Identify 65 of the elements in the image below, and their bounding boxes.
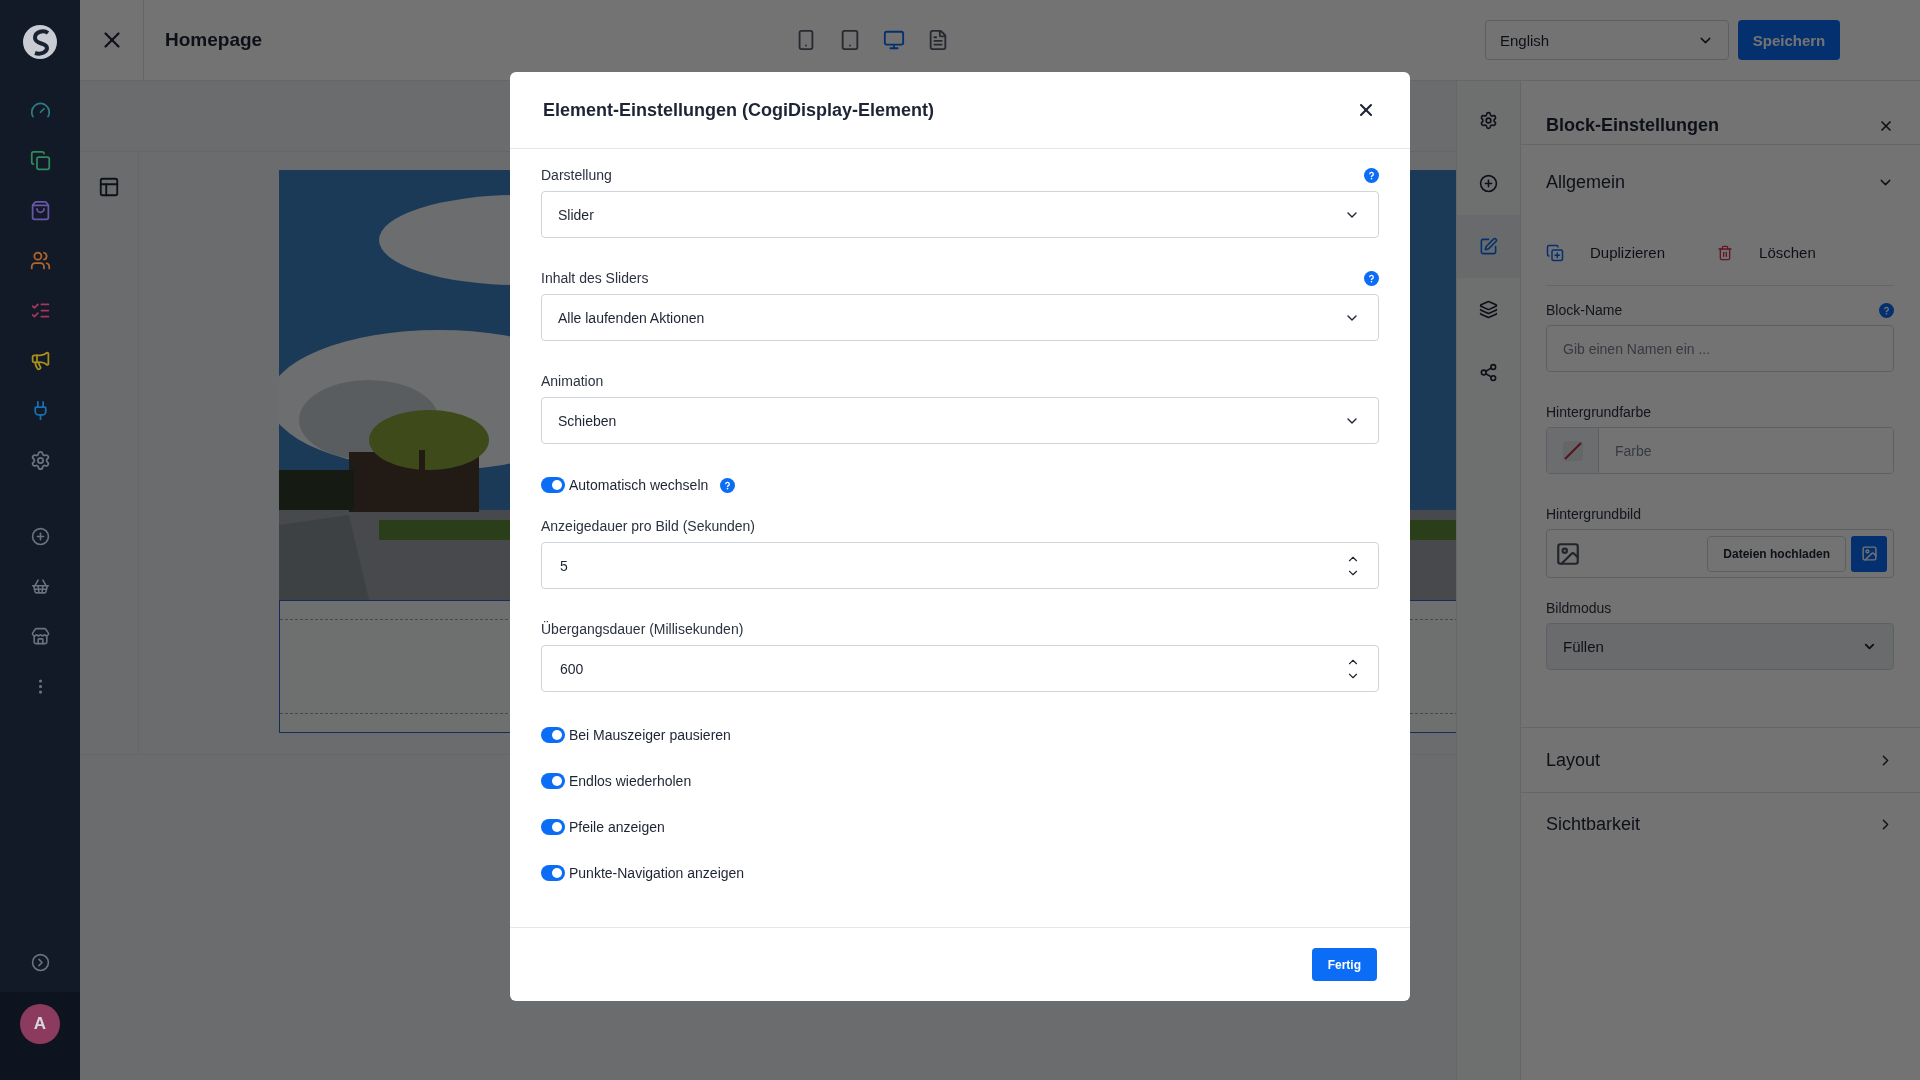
- toggle-switch[interactable]: [541, 865, 565, 881]
- field-label: Animation: [541, 373, 604, 389]
- copy-icon[interactable]: [29, 149, 51, 171]
- help-icon[interactable]: [720, 477, 736, 493]
- monitor-icon[interactable]: [883, 29, 905, 51]
- layout-icon[interactable]: [98, 176, 120, 198]
- media-button[interactable]: [1851, 535, 1887, 572]
- image-mode-select[interactable]: Füllen: [1546, 623, 1894, 670]
- field-label: Bildmodus: [1546, 600, 1612, 616]
- panel-title: Block-Einstellungen: [1546, 115, 1720, 136]
- duplicate-button[interactable]: Duplizieren: [1546, 243, 1666, 262]
- toggle-label: Automatisch wechseln: [569, 477, 709, 493]
- image-placeholder-icon: [1555, 540, 1581, 567]
- toggle-label: Punkte-Navigation anzeigen: [569, 865, 745, 881]
- toggle-switch[interactable]: [541, 727, 565, 743]
- field-label: Anzeigedauer pro Bild (Sekunden): [541, 518, 756, 534]
- help-icon[interactable]: [1879, 302, 1894, 318]
- color-field[interactable]: Farbe: [1546, 427, 1894, 474]
- delete-button[interactable]: Löschen: [1717, 244, 1816, 261]
- toggle-switch[interactable]: [541, 819, 565, 835]
- help-icon[interactable]: [1364, 167, 1379, 183]
- section-header[interactable]: Allgemein: [1521, 145, 1920, 220]
- megaphone-icon[interactable]: [29, 349, 51, 371]
- tablet-icon[interactable]: [839, 29, 861, 51]
- toggle-label: Bei Mauszeiger pausieren: [569, 727, 731, 743]
- field-label: Inhalt des Sliders: [541, 270, 649, 286]
- store-icon[interactable]: [30, 626, 50, 646]
- number-field[interactable]: 600: [541, 645, 1379, 692]
- edit-icon[interactable]: [1457, 215, 1520, 278]
- field-label: Darstellung: [541, 167, 612, 183]
- toggle-label: Endlos wiederholen: [569, 773, 692, 789]
- select-field[interactable]: Schieben: [541, 397, 1379, 444]
- page-title: Homepage: [165, 29, 264, 51]
- dialog-title: Element-Einstellungen (CogiDisplay-Element): [543, 99, 935, 121]
- trash-icon: [1717, 244, 1734, 261]
- bag-icon[interactable]: [29, 199, 51, 221]
- toggle-switch[interactable]: [541, 773, 565, 789]
- select-field[interactable]: Alle laufenden Aktionen: [541, 294, 1379, 341]
- field-label: Block-Name: [1546, 302, 1623, 318]
- document-icon[interactable]: [927, 29, 949, 51]
- toggle-label: Pfeile anzeigen: [569, 819, 665, 835]
- settings-icon[interactable]: [29, 449, 51, 471]
- user-avatar[interactable]: A: [20, 1004, 60, 1044]
- language-select[interactable]: English: [1485, 20, 1729, 60]
- help-icon[interactable]: [1364, 270, 1379, 286]
- save-button[interactable]: Speichern: [1738, 20, 1840, 60]
- block-name-field[interactable]: Gib einen Namen ein ...: [1546, 325, 1894, 372]
- upload-button[interactable]: Dateien hochladen: [1707, 535, 1846, 572]
- section-header[interactable]: Sichtbarkeit: [1521, 792, 1920, 856]
- no-color-icon: [1561, 439, 1584, 462]
- logo-icon[interactable]: [22, 24, 58, 60]
- toggle-switch[interactable]: [541, 477, 565, 493]
- number-field[interactable]: 5: [541, 542, 1379, 589]
- field-label: Hintergrundbild: [1546, 506, 1641, 522]
- field-label: Übergangsdauer (Millisekunden): [541, 621, 744, 637]
- done-button[interactable]: Fertig: [1311, 948, 1377, 981]
- select-field[interactable]: Slider: [541, 191, 1379, 238]
- image-icon: [1860, 545, 1878, 562]
- expand-icon[interactable]: [30, 952, 50, 972]
- section-header[interactable]: Layout: [1521, 728, 1920, 792]
- duplicate-icon: [1546, 243, 1564, 262]
- field-label: Hintergrundfarbe: [1546, 404, 1652, 420]
- add-icon[interactable]: [30, 526, 50, 546]
- users-icon[interactable]: [29, 249, 51, 271]
- basket-icon[interactable]: [30, 576, 50, 596]
